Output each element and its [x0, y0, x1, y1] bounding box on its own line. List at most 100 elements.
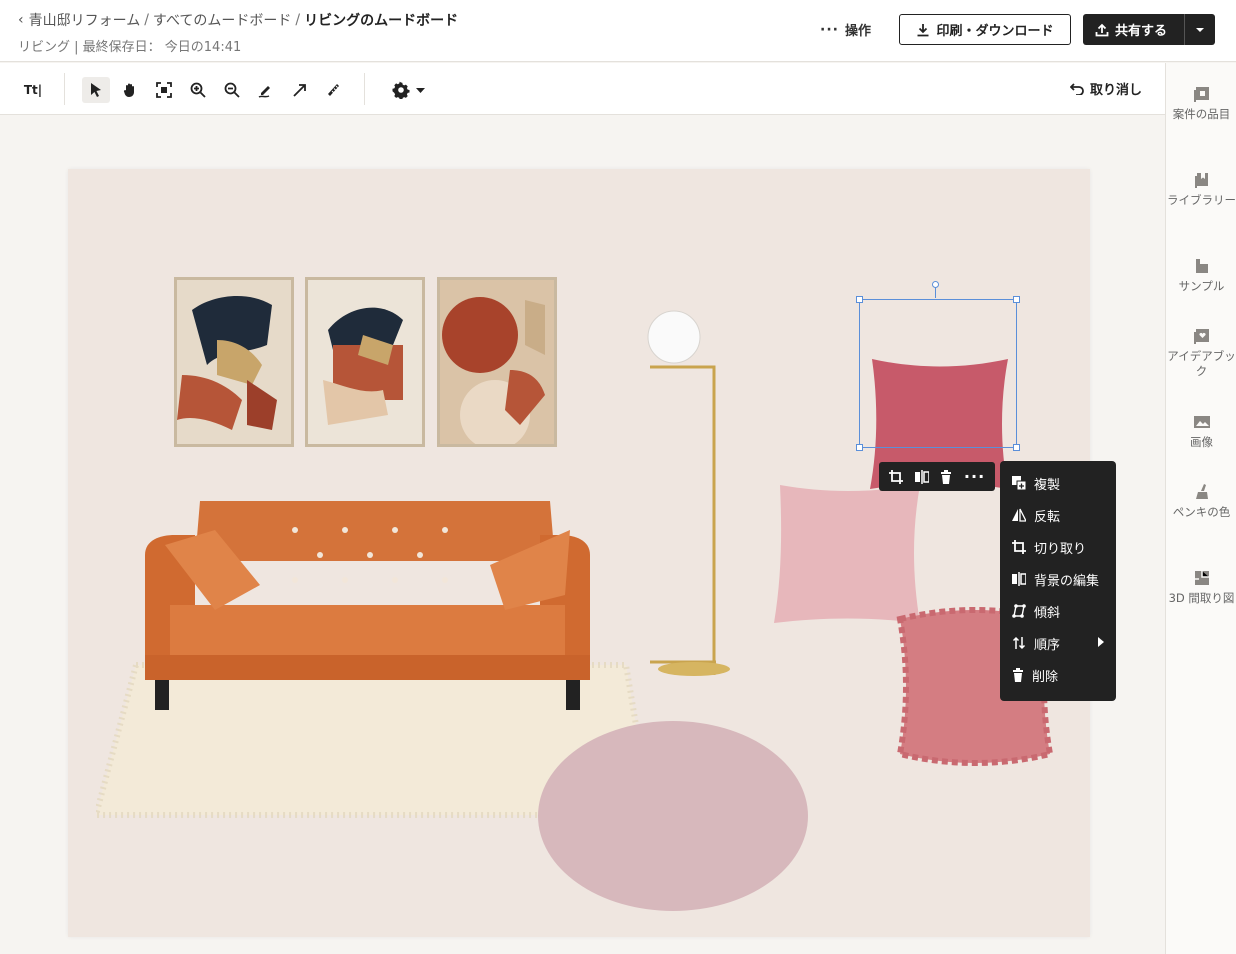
caret-down-icon: [415, 87, 425, 93]
panel-item-project-items[interactable]: 案件の品目: [1166, 85, 1236, 122]
panel-item-image[interactable]: 画像: [1166, 413, 1236, 450]
caret-down-icon: [1196, 27, 1204, 32]
print-download-button[interactable]: 印刷・ダウンロード: [899, 14, 1071, 45]
canvas-area[interactable]: ··· 複製 反転 切り取り 背景の編集 傾斜 順序 削除: [0, 115, 1165, 954]
menu-item-label: 順序: [1034, 637, 1061, 653]
fit-screen-icon: [156, 82, 172, 98]
share-label: 共有する: [1115, 24, 1168, 39]
more-dots-icon[interactable]: ···: [964, 467, 985, 486]
ruler-icon: [328, 84, 339, 96]
order-icon: [1012, 636, 1026, 650]
floor-lamp[interactable]: [644, 307, 734, 677]
text-tool-button[interactable]: Tt|: [18, 77, 48, 103]
menu-item-label: 切り取り: [1034, 541, 1087, 557]
gear-icon: [392, 81, 409, 99]
panel-item-label: アイデアブック: [1167, 349, 1236, 378]
diagonal-arrow-icon: [293, 84, 306, 97]
floorplan-icon: [1194, 571, 1209, 585]
menu-item-label: 傾斜: [1034, 605, 1061, 621]
ideabook-icon: [1193, 329, 1209, 344]
panel-item-library[interactable]: ライブラリー: [1166, 171, 1236, 208]
image-icon: [1193, 416, 1210, 428]
selection-box[interactable]: [856, 281, 1020, 451]
resize-handle[interactable]: [1013, 296, 1020, 303]
download-icon: [917, 23, 929, 36]
share-button-group: 共有する: [1083, 14, 1215, 45]
cursor-arrow-icon: [91, 83, 101, 97]
breadcrumb: ‹ 青山邸リフォーム / すべてのムードボード / リビングのムードボード: [18, 10, 458, 30]
panel-item-label: 案件の品目: [1172, 107, 1231, 121]
zoom-out-icon: [224, 82, 240, 98]
fit-screen-button[interactable]: [150, 77, 178, 103]
crop-icon[interactable]: [888, 469, 903, 484]
settings-dropdown-button[interactable]: [384, 77, 432, 103]
panel-item-label: 3D 間取り図: [1168, 591, 1235, 605]
arrow-tool-button[interactable]: [286, 77, 314, 103]
share-dropdown-button[interactable]: [1185, 27, 1215, 33]
artwork-2[interactable]: [305, 277, 425, 447]
crop-icon: [1012, 540, 1026, 554]
select-tool-button[interactable]: [82, 77, 110, 103]
menu-item-order[interactable]: 順序: [1000, 627, 1116, 659]
menu-item-duplicate[interactable]: 複製: [1000, 467, 1116, 499]
undo-button[interactable]: 取り消し: [1070, 79, 1142, 98]
sample-icon: [1195, 259, 1208, 273]
artwork-3[interactable]: [437, 277, 557, 447]
operations-button[interactable]: ··· 操作: [820, 20, 871, 40]
panel-item-3d-floorplan[interactable]: 3D 間取り図: [1166, 569, 1236, 606]
resize-handle[interactable]: [856, 296, 863, 303]
save-status: リビング | 最終保存日： 今日の14:41: [18, 40, 242, 55]
panel-item-label: ペンキの色: [1172, 505, 1231, 519]
background-edit-icon[interactable]: [914, 469, 929, 484]
right-panel: 案件の品目 ライブラリー サンプル アイデアブック 画像 ペンキの色 3D 間取…: [1165, 63, 1236, 954]
flip-icon: [1012, 508, 1026, 522]
undo-arrow-icon: [1070, 82, 1084, 95]
menu-item-crop[interactable]: 切り取り: [1000, 531, 1116, 563]
share-button[interactable]: 共有する: [1083, 14, 1185, 45]
panel-item-label: サンプル: [1178, 279, 1225, 293]
chevron-left-icon[interactable]: ‹: [18, 12, 24, 28]
header: ‹ 青山邸リフォーム / すべてのムードボード / リビングのムードボード リビ…: [0, 0, 1236, 62]
menu-item-flip[interactable]: 反転: [1000, 499, 1116, 531]
draw-tool-button[interactable]: [252, 77, 280, 103]
more-dots-icon: ···: [820, 21, 839, 38]
toolbar-divider: [64, 73, 65, 105]
breadcrumb-current: リビングのムードボード: [304, 13, 459, 29]
item-control-bar: ···: [879, 462, 995, 491]
round-rug[interactable]: [536, 719, 811, 914]
print-download-label: 印刷・ダウンロード: [936, 24, 1054, 39]
panel-item-paint-color[interactable]: ペンキの色: [1166, 483, 1236, 520]
trash-icon[interactable]: [940, 469, 952, 484]
breadcrumb-separator: /: [144, 12, 149, 28]
resize-handle[interactable]: [1013, 444, 1020, 451]
project-items-icon: [1193, 87, 1209, 102]
orange-sofa[interactable]: [140, 495, 595, 715]
zoom-in-button[interactable]: [184, 77, 212, 103]
context-menu: 複製 反転 切り取り 背景の編集 傾斜 順序 削除: [1000, 461, 1116, 701]
undo-label: 取り消し: [1090, 83, 1143, 98]
menu-item-background-edit[interactable]: 背景の編集: [1000, 563, 1116, 595]
artwork-1[interactable]: [174, 277, 294, 447]
chevron-right-icon: [1098, 637, 1104, 647]
panel-item-sample[interactable]: サンプル: [1166, 257, 1236, 294]
resize-handle[interactable]: [856, 444, 863, 451]
menu-item-delete[interactable]: 削除: [1000, 659, 1116, 691]
menu-item-skew[interactable]: 傾斜: [1000, 595, 1116, 627]
pan-tool-button[interactable]: [116, 77, 144, 103]
zoom-out-button[interactable]: [218, 77, 246, 103]
measure-tool-button[interactable]: [320, 77, 348, 103]
zoom-in-icon: [190, 82, 206, 98]
app-window: ‹ 青山邸リフォーム / すべてのムードボード / リビングのムードボード リビ…: [0, 0, 1236, 954]
duplicate-icon: [1012, 476, 1026, 490]
upload-icon: [1095, 23, 1109, 36]
panel-item-label: ライブラリー: [1167, 193, 1236, 207]
breadcrumb-project[interactable]: 青山邸リフォーム: [29, 10, 141, 30]
trash-icon: [1013, 668, 1023, 682]
panel-item-label: 画像: [1190, 435, 1213, 449]
skew-icon: [1012, 604, 1026, 618]
breadcrumb-all-boards[interactable]: すべてのムードボード: [153, 10, 291, 30]
rotate-handle[interactable]: [932, 281, 939, 288]
hand-icon: [123, 83, 134, 97]
panel-item-ideabook[interactable]: アイデアブック: [1166, 327, 1236, 379]
background-edit-icon: [1012, 572, 1026, 586]
